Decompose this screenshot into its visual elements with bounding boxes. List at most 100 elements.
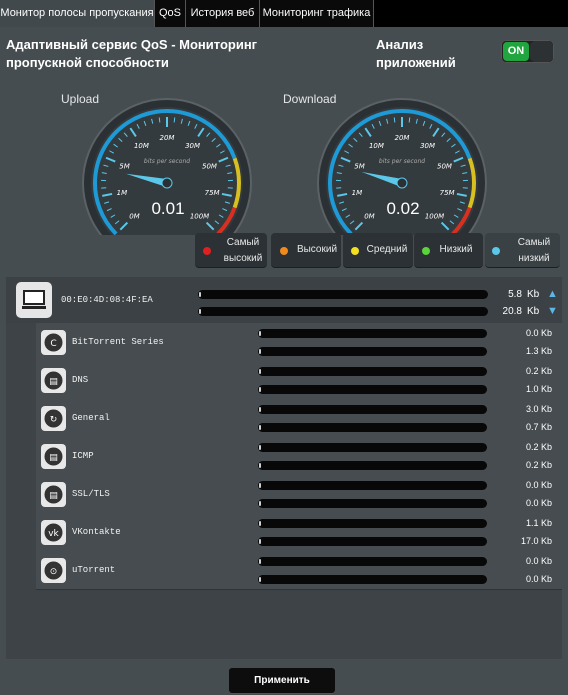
tab-traffic-monitor[interactable]: Мониторинг трафика [260, 0, 374, 27]
device-download-bar [198, 307, 488, 316]
app-upload-value: 1.1 Kb [525, 518, 552, 528]
legend-highest-label: Самый высокий [223, 237, 263, 264]
gauge-scale-label: 75M [205, 189, 220, 197]
gauge-unit-label: bits per second [144, 158, 190, 165]
bittorrent-icon: C [41, 330, 66, 355]
legend-high[interactable]: Высокий [271, 233, 341, 268]
upload-value: 0.01 [151, 199, 185, 218]
app-download-bar [258, 537, 487, 546]
legend-medium[interactable]: Средний [343, 233, 413, 268]
app-upload-value: 0.2 Kb [525, 442, 552, 452]
gauge-scale-label: 30M [420, 142, 435, 150]
vkontakte-icon: vk [41, 520, 66, 545]
device-upload-bar [198, 290, 488, 299]
app-upload-bar [258, 443, 487, 452]
app-name: SSL/TLS [72, 489, 110, 499]
apply-button[interactable]: Применить [229, 668, 335, 693]
tab-bandwidth-monitor[interactable]: Монитор полосы пропускания [0, 0, 155, 27]
app-analysis-toggle[interactable]: ON [501, 40, 554, 63]
app-upload-bar [258, 405, 487, 414]
gauge-scale-label: 50M [437, 162, 452, 170]
app-download-bar [258, 423, 487, 432]
gauge-scale-label: 5M [119, 162, 130, 170]
gauge-scale-label: 1M [352, 189, 363, 197]
svg-text:vk: vk [48, 529, 59, 539]
svg-text:▤: ▤ [49, 453, 58, 463]
download-arrow-icon: ▼ [547, 305, 558, 317]
yellow-dot-icon [351, 247, 359, 255]
app-download-bar [258, 461, 487, 470]
legend-medium-label: Средний [366, 244, 408, 255]
app-download-bar [258, 385, 487, 394]
app-download-value: 0.7 Kb [525, 422, 552, 432]
app-name: General [72, 413, 110, 423]
svg-text:⊙: ⊙ [50, 567, 58, 577]
gauge-scale-label: 30M [185, 142, 200, 150]
gauge-scale-label: 5M [354, 162, 365, 170]
gauge-scale-label: 20M [160, 134, 175, 142]
svg-text:▤: ▤ [49, 377, 58, 387]
green-dot-icon [422, 247, 430, 255]
legend-high-label: Высокий [296, 244, 338, 255]
app-upload-bar [258, 481, 487, 490]
app-download-bar [258, 575, 487, 584]
legend-highest[interactable]: Самый высокий [195, 233, 267, 268]
app-download-value: 0.2 Kb [525, 460, 552, 470]
app-upload-value: 0.2 Kb [525, 366, 552, 376]
app-name: uTorrent [72, 565, 116, 575]
gauge-scale-label: 10M [369, 142, 384, 150]
app-name: DNS [72, 375, 89, 385]
svg-text:↻: ↻ [50, 415, 58, 425]
app-upload-value: 0.0 Kb [525, 328, 552, 338]
computer-icon[interactable] [16, 282, 52, 318]
app-upload-bar [258, 367, 487, 376]
legend-lowest[interactable]: Самый низкий [485, 233, 560, 268]
ssl-tls-icon: ▤ [41, 482, 66, 507]
app-upload-bar [258, 519, 487, 528]
device-mac: 00:E0:4D:08:4F:EA [61, 295, 153, 305]
device-download-value: 20.8 [502, 306, 522, 317]
app-download-value: 1.3 Kb [525, 346, 552, 356]
red-dot-icon [203, 247, 211, 255]
upload-arrow-icon: ▲ [547, 288, 558, 300]
gauge-scale-label: 10M [134, 142, 149, 150]
blue-dot-icon [492, 247, 500, 255]
gauge-scale-label: 50M [202, 162, 217, 170]
app-upload-bar [258, 329, 487, 338]
download-value: 0.02 [386, 199, 420, 218]
app-download-value: 1.0 Kb [525, 384, 552, 394]
app-name: ICMP [72, 451, 94, 461]
app-name: BitTorrent Series [72, 337, 164, 347]
svg-text:C: C [50, 339, 56, 349]
utorrent-icon: ⊙ [41, 558, 66, 583]
svg-text:▤: ▤ [49, 491, 58, 501]
orange-dot-icon [280, 247, 288, 255]
tab-qos[interactable]: QoS [155, 0, 186, 27]
gauge-unit-label: bits per second [379, 158, 425, 165]
toggle-on-label: ON [503, 42, 529, 61]
dns-icon: ▤ [41, 368, 66, 393]
tab-web-history[interactable]: История веб [186, 0, 260, 27]
legend-low-label: Низкий [439, 244, 473, 255]
gauge-scale-label: 20M [395, 134, 410, 142]
toggle-knob [530, 41, 553, 62]
app-upload-value: 3.0 Kb [525, 404, 552, 414]
app-analysis-label: Анализ приложений [376, 37, 456, 70]
device-upload-unit: Kb [527, 289, 540, 300]
app-name: VKontakte [72, 527, 121, 537]
device-download-unit: Kb [527, 306, 540, 317]
app-download-value: 0.0 Kb [525, 498, 552, 508]
icmp-icon: ▤ [41, 444, 66, 469]
app-download-value: 0.0 Kb [525, 574, 552, 584]
app-upload-value: 0.0 Kb [525, 480, 552, 490]
app-download-bar [258, 347, 487, 356]
device-upload-value: 5.8 [508, 289, 522, 300]
tab-bar: Монитор полосы пропускания QoS История в… [0, 0, 568, 27]
gauge-scale-label: 1M [117, 189, 128, 197]
app-upload-bar [258, 557, 487, 566]
general-icon: ↻ [41, 406, 66, 431]
legend-lowest-label: Самый низкий [517, 237, 551, 264]
gauge-scale-label: 75M [440, 189, 455, 197]
page-title: Адаптивный сервис QoS - Мониторинг пропу… [6, 37, 258, 70]
legend-low[interactable]: Низкий [414, 233, 483, 268]
